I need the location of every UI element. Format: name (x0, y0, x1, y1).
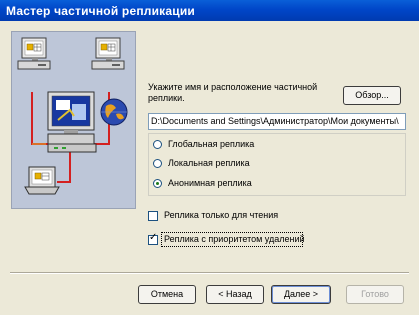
checkmark-icon: ✓ (149, 232, 158, 243)
readonly-label[interactable]: Реплика только для чтения (164, 210, 278, 220)
priority-checkbox[interactable]: ✓ (148, 232, 158, 245)
globe-icon (100, 98, 128, 126)
instructions-text: Укажите имя и расположение частичной реп… (148, 82, 318, 103)
computer-icon (17, 37, 51, 70)
browse-button[interactable]: Обзор... (343, 86, 401, 105)
global-replica-label[interactable]: Глобальная реплика (168, 139, 254, 149)
network-illustration (17, 37, 128, 195)
priority-label[interactable]: Реплика с приоритетом удалений (164, 234, 305, 244)
network-hub-icon (47, 143, 97, 153)
separator (10, 272, 409, 274)
finish-button[interactable]: Готово (346, 285, 404, 304)
local-replica-radio[interactable] (153, 159, 162, 168)
readonly-checkbox[interactable] (148, 211, 158, 221)
database-icon (100, 43, 116, 52)
next-button[interactable]: Далее > (271, 285, 331, 304)
database-icon (26, 43, 42, 52)
window-title: Мастер частичной репликации (6, 4, 195, 18)
anonymous-replica-radio[interactable] (153, 179, 162, 188)
back-button[interactable]: < Назад (206, 285, 264, 304)
title-bar[interactable]: Мастер частичной репликации (0, 0, 419, 21)
cancel-button[interactable]: Отмена (138, 285, 196, 304)
computer-icon (47, 91, 95, 145)
global-replica-radio[interactable] (153, 140, 162, 149)
anonymous-replica-label[interactable]: Анонимная реплика (168, 178, 252, 188)
laptop-icon (24, 166, 60, 195)
database-icon (34, 172, 50, 181)
wizard-window: Мастер частичной репликации Укажите имя … (0, 0, 419, 315)
local-replica-label[interactable]: Локальная реплика (168, 158, 250, 168)
wizard-illustration (11, 31, 136, 209)
computer-icon (91, 37, 125, 70)
path-input[interactable]: D:\Documents and Settings\Администратор\… (148, 113, 406, 130)
